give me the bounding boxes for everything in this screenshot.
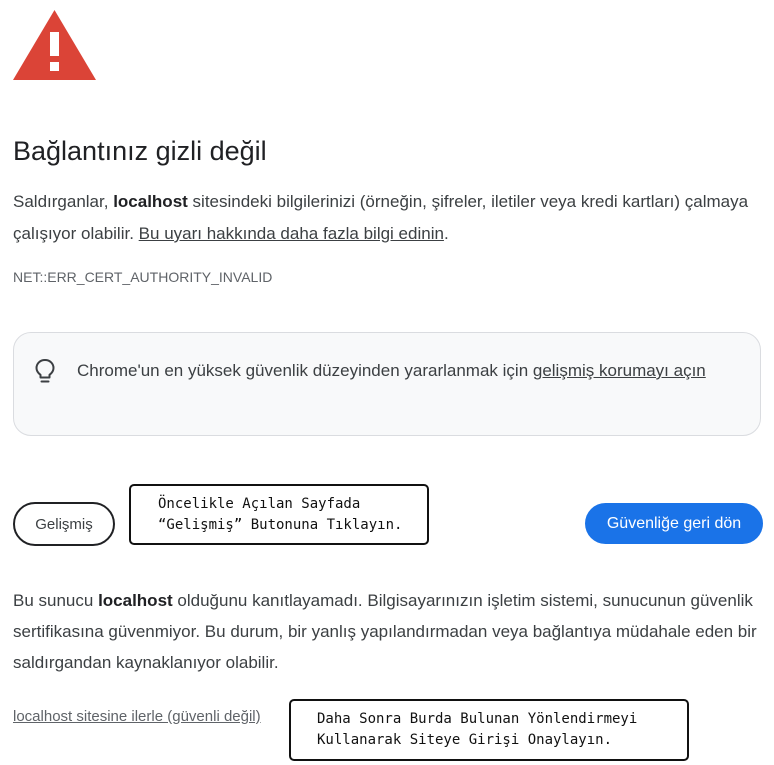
proceed-unsafe-link[interactable]: localhost sitesine ilerle (güvenli değil…	[13, 707, 261, 727]
instruction-callout-step2: Daha Sonra Burda Bulunan Yönlendirmeyi K…	[289, 699, 689, 761]
back-to-safety-button[interactable]: Güvenliğe geri dön	[585, 503, 763, 544]
intro-text-start: Saldırganlar,	[13, 192, 114, 211]
warning-triangle-icon	[13, 10, 96, 80]
page-title: Bağlantınız gizli değil	[13, 136, 267, 166]
intro-text: Saldırganlar, localhost sitesindeki bilg…	[13, 186, 768, 250]
details-host: localhost	[98, 591, 173, 610]
learn-more-link[interactable]: Bu uyarı hakkında daha fazla bilgi edini…	[139, 224, 444, 243]
details-text-start: Bu sunucu	[13, 591, 99, 610]
error-code: NET::ERR_CERT_AUTHORITY_INVALID	[13, 269, 273, 285]
details-text: Bu sunucu localhost olduğunu kanıtlayama…	[13, 585, 768, 678]
intro-text-end: .	[443, 224, 449, 243]
promo-text-label: Chrome'un en yüksek güvenlik düzeyinden …	[77, 361, 533, 380]
advanced-button[interactable]: Gelişmiş	[13, 502, 115, 546]
enhanced-protection-link[interactable]: gelişmiş korumayı açın	[533, 361, 706, 380]
promo-text: Chrome'un en yüksek güvenlik düzeyinden …	[77, 355, 747, 387]
instruction-callout-step1: Öncelikle Açılan Sayfada “Gelişmiş” Buto…	[129, 484, 429, 545]
lightbulb-icon	[35, 359, 55, 383]
protection-promo-card: Chrome'un en yüksek güvenlik düzeyinden …	[13, 332, 761, 436]
intro-host: localhost	[113, 192, 188, 211]
